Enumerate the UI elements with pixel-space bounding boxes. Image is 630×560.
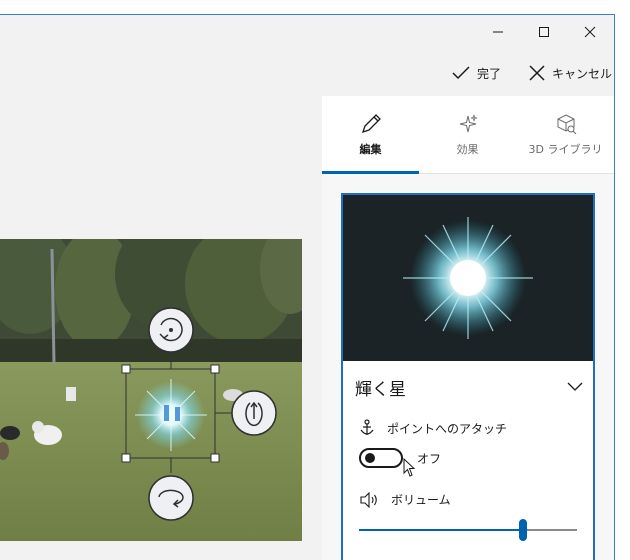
close-icon xyxy=(584,26,596,38)
slider-thumb[interactable] xyxy=(519,519,527,541)
attach-to-point-row: ポイントへのアタッチ xyxy=(359,419,507,437)
cancel-x-icon xyxy=(529,65,545,81)
toggle-state-label: オフ xyxy=(417,451,442,466)
checkmark-icon xyxy=(452,66,470,80)
rotate-y-handle[interactable] xyxy=(231,390,277,436)
attach-toggle[interactable] xyxy=(359,448,416,477)
maximize-icon xyxy=(539,27,549,37)
tab-effects-label: 効果 xyxy=(456,143,479,156)
resize-handle-bottom-right[interactable] xyxy=(210,453,220,463)
3d-cube-icon xyxy=(554,112,578,136)
effect-name: 輝く星 xyxy=(355,379,406,400)
edit-panel: 編集 効果 3D ライブラリ 輝く星 ポイントへのアタッチ オフ ボリューム xyxy=(322,96,614,560)
anchor-icon xyxy=(360,419,374,435)
video-canvas[interactable] xyxy=(0,239,302,541)
active-tab-indicator xyxy=(322,171,419,174)
panel-tab-bar: 編集 効果 3D ライブラリ xyxy=(322,96,614,174)
volume-row: ボリューム xyxy=(359,491,451,508)
slider-fill xyxy=(359,529,523,531)
minimize-icon xyxy=(493,31,503,33)
maximize-button[interactable] xyxy=(521,15,567,49)
cancel-label: キャンセル xyxy=(552,66,613,81)
toggle-knob xyxy=(365,453,375,463)
close-button[interactable] xyxy=(567,15,613,49)
effect-selector[interactable]: 輝く星 xyxy=(355,375,583,400)
attach-toggle-row: オフ xyxy=(359,448,442,477)
chevron-down-icon xyxy=(567,382,583,391)
resize-handle-top-left[interactable] xyxy=(121,364,131,374)
done-label: 完了 xyxy=(477,66,502,81)
attach-to-point-label: ポイントへのアタッチ xyxy=(387,421,508,436)
rotate-z-handle[interactable] xyxy=(148,307,194,353)
tab-edit-label: 編集 xyxy=(359,143,382,156)
pencil-icon xyxy=(359,112,383,136)
done-button[interactable]: 完了 xyxy=(452,61,501,85)
cancel-button[interactable]: キャンセル xyxy=(529,61,612,85)
sparkle-icon xyxy=(456,112,480,136)
minimize-button[interactable] xyxy=(475,15,521,49)
app-window: 完了 キャンセル 編集 効果 3D ライブラリ 輝く星 ポイントへのアタッチ オ… xyxy=(0,14,615,560)
speaker-icon xyxy=(360,491,377,508)
rotate-x-handle[interactable] xyxy=(148,475,194,521)
volume-label: ボリューム xyxy=(391,493,451,507)
resize-handle-bottom-left[interactable] xyxy=(121,453,131,463)
tab-edit[interactable]: 編集 xyxy=(322,96,419,174)
effect-card: 輝く星 ポイントへのアタッチ オフ ボリューム xyxy=(341,193,595,560)
volume-slider[interactable] xyxy=(359,518,577,542)
resize-handle-top-right[interactable] xyxy=(210,364,220,374)
tab-3d-library-label: 3D ライブラリ xyxy=(528,143,603,156)
tab-effects[interactable]: 効果 xyxy=(419,96,516,174)
mouse-cursor-icon xyxy=(403,458,416,477)
effect-preview xyxy=(343,195,593,361)
tab-3d-library[interactable]: 3D ライブラリ xyxy=(516,96,614,174)
